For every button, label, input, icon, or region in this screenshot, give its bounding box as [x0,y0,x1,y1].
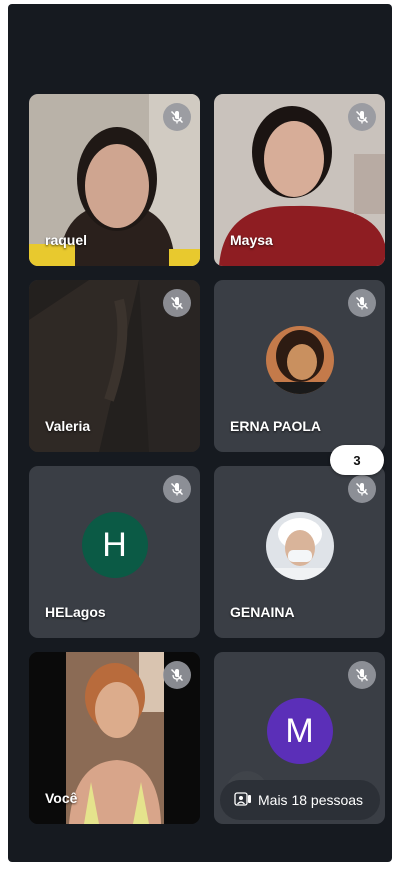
mic-off-icon [348,475,376,503]
mic-off-icon [348,661,376,689]
avatar: H [81,512,148,578]
participant-tile-valeria[interactable]: Valeria [29,280,200,452]
page-indicator: 3 [330,445,384,475]
participant-name: Maysa [230,232,273,248]
participant-name: Você [45,790,78,806]
participant-name: ERNA PAOLA [230,418,321,434]
avatar [265,326,334,394]
mic-off-icon [163,289,191,317]
participant-name: raquel [45,232,88,248]
more-people-button[interactable]: Mais 18 pessoas [220,780,380,820]
mic-off-icon [163,475,191,503]
participant-tile-raquel[interactable]: raquel [29,94,200,266]
people-icon [234,791,252,809]
participant-name: HELagos [45,604,106,620]
avatar [265,512,334,580]
mic-off-icon [348,289,376,317]
participant-tile-erna-paola[interactable]: ERNA PAOLA [214,280,385,452]
mic-off-icon [163,103,191,131]
participant-name: Valeria [45,418,91,434]
participant-tile-self[interactable]: Você [29,652,200,824]
meeting-grid-screen: raquel Maysa Valeria ERNA PAOLA H HELago… [8,4,392,862]
mic-off-icon [163,661,191,689]
more-people-label: Mais 18 pessoas [258,792,364,808]
avatar: M [266,698,333,764]
participant-tile-helagos[interactable]: H HELagos [29,466,200,638]
participant-name: GENAINA [230,604,295,620]
participant-tile-genaina[interactable]: GENAINA [214,466,385,638]
participant-tile-maysa[interactable]: Maysa [214,94,385,266]
mic-off-icon [348,103,376,131]
